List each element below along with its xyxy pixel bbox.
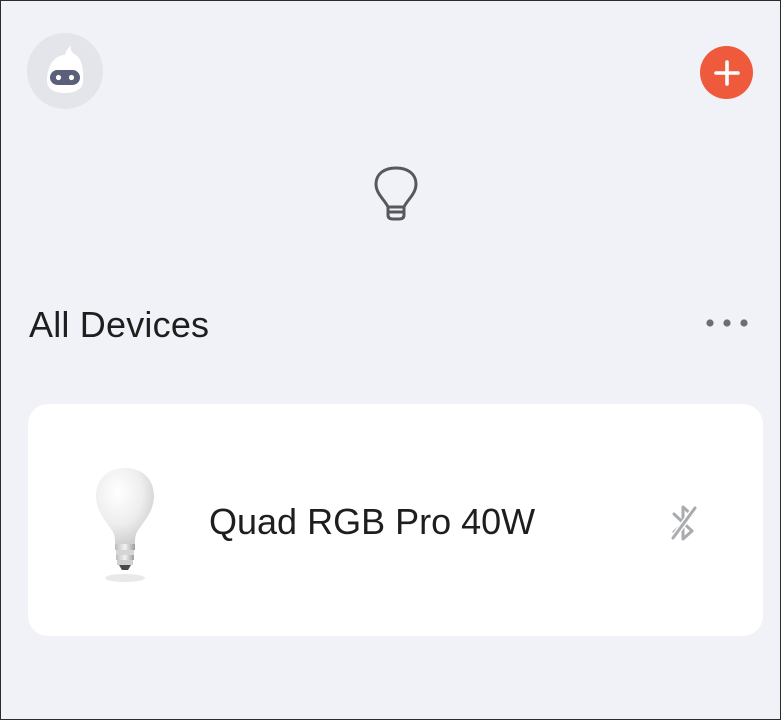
more-options-button[interactable] — [701, 307, 753, 339]
user-avatar[interactable] — [27, 33, 103, 109]
section-title: All Devices — [29, 304, 210, 345]
more-horizontal-icon — [706, 319, 748, 327]
light-bulb-image — [96, 468, 154, 582]
plus-icon — [713, 59, 740, 86]
device-name: Quad RGB Pro 40W — [209, 501, 536, 542]
robot-avatar-icon — [47, 46, 84, 93]
bluetooth-disconnected-icon — [670, 505, 698, 541]
app-screen: All Devices Quad RGB Pro 40W — [0, 0, 781, 720]
lightbulb-outline-icon — [374, 166, 418, 221]
device-card[interactable]: Quad RGB Pro 40W — [28, 404, 763, 636]
add-device-button[interactable] — [700, 46, 753, 99]
